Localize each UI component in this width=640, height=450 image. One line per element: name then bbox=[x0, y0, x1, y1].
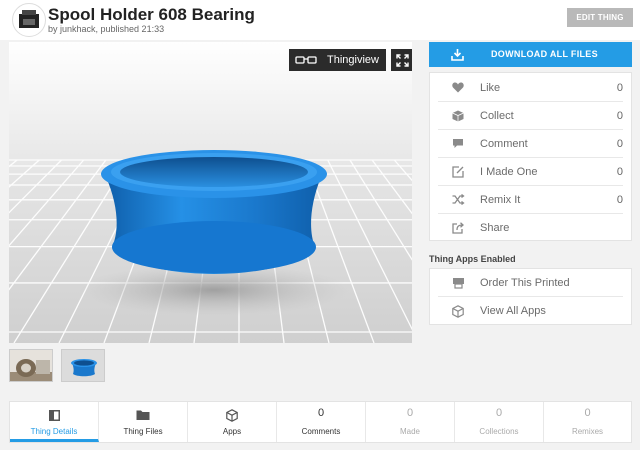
model-viewer[interactable]: Thingiview bbox=[9, 42, 412, 343]
cube-outline-icon bbox=[226, 409, 238, 422]
cube-icon bbox=[452, 110, 464, 121]
thingiview-label: Thingiview bbox=[327, 54, 379, 66]
render-thumbnail[interactable] bbox=[61, 349, 105, 382]
shuffle-icon bbox=[452, 194, 465, 205]
heart-icon bbox=[452, 82, 464, 93]
thingiview-button[interactable]: Thingiview bbox=[289, 49, 386, 71]
i-made-one-button[interactable]: I Made One 0 bbox=[438, 158, 623, 186]
folder-icon bbox=[136, 410, 150, 420]
model-scene bbox=[9, 42, 412, 343]
glasses-icon bbox=[295, 56, 317, 64]
byline: by junkhack, published 21:33 bbox=[48, 24, 165, 34]
download-label: DOWNLOAD ALL FILES bbox=[491, 49, 598, 59]
page-title: Spool Holder 608 Bearing bbox=[48, 5, 255, 24]
tab-thing-details-label: Thing Details bbox=[30, 427, 78, 436]
photo-thumbnail-image bbox=[10, 350, 52, 381]
printer-icon bbox=[19, 10, 39, 28]
view-all-apps-label: View All Apps bbox=[480, 305, 546, 317]
edit-icon bbox=[452, 165, 464, 178]
view-all-apps-link[interactable]: View All Apps bbox=[438, 297, 623, 325]
tab-comments-label: Comments bbox=[301, 427, 341, 436]
tab-comments[interactable]: 0 Comments bbox=[277, 402, 366, 442]
thing-tab-bar: Thing Details Thing Files Apps 0 Comment… bbox=[9, 401, 632, 443]
share-icon bbox=[452, 222, 464, 234]
order-this-printed-link[interactable]: Order This Printed bbox=[438, 269, 623, 297]
tab-thing-details[interactable]: Thing Details bbox=[10, 402, 99, 442]
cube-outline-icon bbox=[452, 304, 464, 318]
thing-apps-list: Order This Printed View All Apps bbox=[429, 268, 632, 325]
comments-count: 0 bbox=[317, 407, 325, 419]
share-button[interactable]: Share bbox=[438, 214, 623, 242]
tab-remixes[interactable]: 0 Remixes bbox=[544, 402, 631, 442]
collect-count: 0 bbox=[616, 109, 623, 122]
book-icon bbox=[48, 410, 60, 421]
remix-it-label: Remix It bbox=[480, 193, 521, 206]
share-label: Share bbox=[480, 222, 510, 234]
thing-apps-heading: Thing Apps Enabled bbox=[429, 254, 516, 264]
tab-collections[interactable]: 0 Collections bbox=[455, 402, 544, 442]
comment-label: Comment bbox=[480, 137, 528, 150]
thing-actions: Like 0 Collect 0 Comment 0 I Made One 0 … bbox=[429, 72, 632, 241]
comment-count: 0 bbox=[616, 137, 623, 150]
download-all-files-button[interactable]: DOWNLOAD ALL FILES bbox=[429, 42, 632, 67]
tab-collections-label: Collections bbox=[479, 427, 519, 436]
printer-icon bbox=[452, 277, 464, 289]
collect-label: Collect bbox=[480, 109, 514, 122]
download-icon bbox=[451, 49, 464, 61]
comment-button[interactable]: Comment 0 bbox=[438, 130, 623, 158]
i-made-one-label: I Made One bbox=[480, 165, 538, 178]
like-label: Like bbox=[480, 81, 501, 94]
render-thumbnail-image bbox=[62, 350, 104, 381]
i-made-one-count: 0 bbox=[616, 165, 623, 178]
collect-button[interactable]: Collect 0 bbox=[438, 102, 623, 130]
speech-bubble-icon bbox=[453, 139, 463, 148]
fullscreen-button[interactable] bbox=[391, 49, 412, 71]
photo-thumbnail[interactable] bbox=[9, 349, 53, 382]
remix-it-count: 0 bbox=[616, 193, 623, 206]
collections-count: 0 bbox=[495, 407, 503, 419]
tab-apps-label: Apps bbox=[222, 427, 242, 436]
like-count: 0 bbox=[616, 81, 623, 94]
edit-thing-button[interactable]: EDIT THING bbox=[567, 8, 633, 27]
remix-it-button[interactable]: Remix It 0 bbox=[438, 186, 623, 214]
remixes-count: 0 bbox=[584, 407, 591, 419]
page-header: Spool Holder 608 Bearing by junkhack, pu… bbox=[0, 0, 640, 40]
tab-made-label: Made bbox=[399, 427, 420, 436]
tab-made[interactable]: 0 Made bbox=[366, 402, 455, 442]
tab-remixes-label: Remixes bbox=[571, 427, 604, 436]
made-count: 0 bbox=[406, 407, 414, 419]
tab-apps[interactable]: Apps bbox=[188, 402, 277, 442]
tab-thing-files-label: Thing Files bbox=[123, 427, 163, 436]
avatar[interactable] bbox=[12, 3, 46, 37]
expand-icon bbox=[396, 53, 409, 67]
like-button[interactable]: Like 0 bbox=[438, 74, 623, 102]
order-this-printed-label: Order This Printed bbox=[480, 276, 570, 289]
tab-thing-files[interactable]: Thing Files bbox=[99, 402, 188, 442]
